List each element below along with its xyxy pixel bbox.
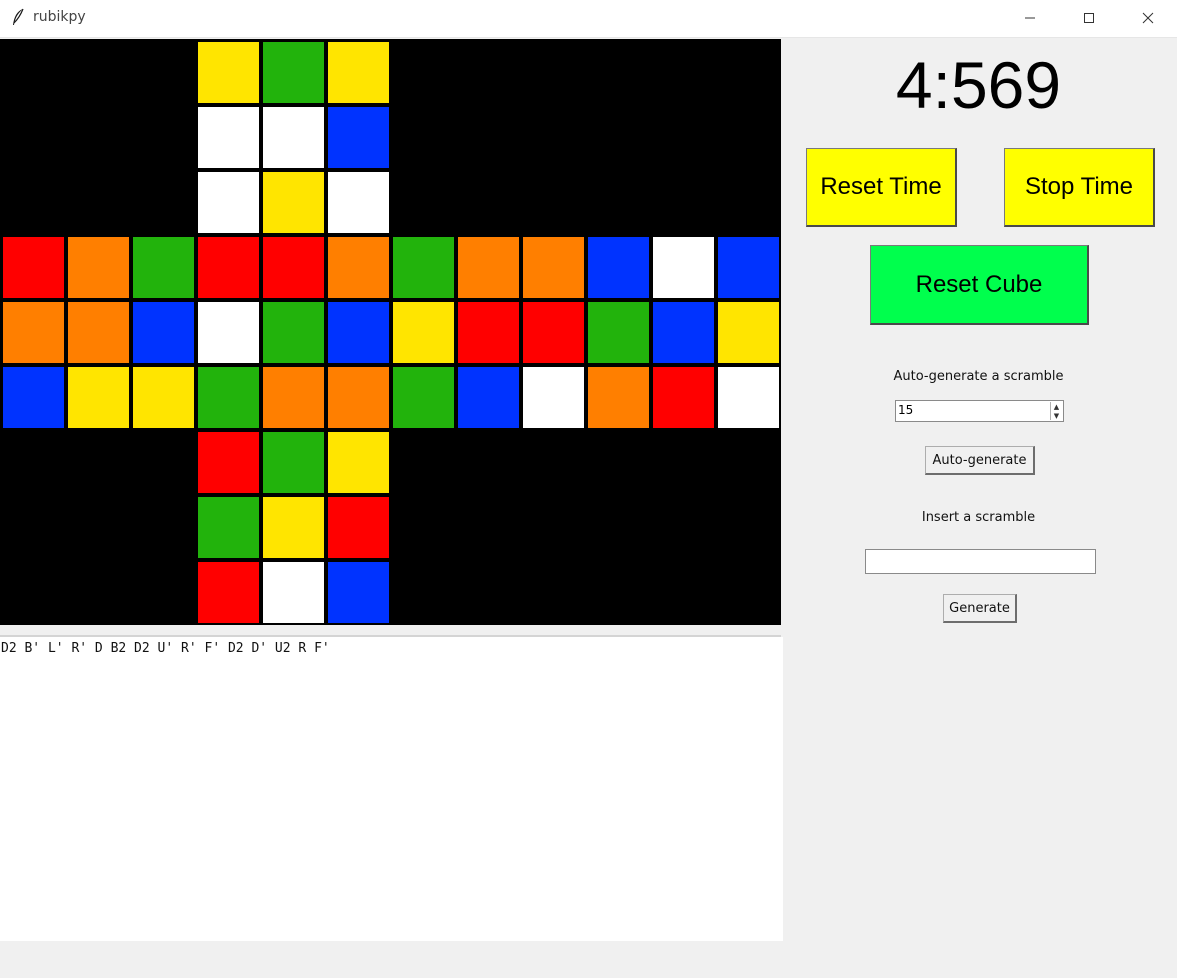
- sticker-back-2-2: [718, 367, 779, 428]
- minimize-icon: [1025, 17, 1035, 19]
- scramble-length-spinbox[interactable]: 15 ▲ ▼: [895, 400, 1064, 422]
- reset-time-button[interactable]: Reset Time: [806, 148, 957, 227]
- generate-button[interactable]: Generate: [943, 594, 1017, 623]
- sticker-up-0-0: [198, 42, 259, 103]
- sticker-front-2-2: [328, 367, 389, 428]
- maximize-icon: [1084, 13, 1094, 23]
- spin-up-icon[interactable]: ▲: [1051, 402, 1062, 411]
- reset-cube-button[interactable]: Reset Cube: [870, 245, 1089, 325]
- sticker-down-1-1: [263, 497, 324, 558]
- sticker-down-1-2: [328, 497, 389, 558]
- sticker-left-2-2: [133, 367, 194, 428]
- sticker-front-1-1: [263, 302, 324, 363]
- sticker-up-0-2: [328, 42, 389, 103]
- sticker-right-2-2: [523, 367, 584, 428]
- scramble-text: D2 B' L' R' D B2 D2 U' R' F' D2 D' U2 R …: [1, 641, 330, 656]
- sticker-down-2-0: [198, 562, 259, 623]
- sticker-right-0-2: [523, 237, 584, 298]
- sticker-right-0-0: [393, 237, 454, 298]
- spin-arrows: ▲ ▼: [1050, 402, 1062, 420]
- scramble-length-value: 15: [898, 403, 914, 417]
- insert-scramble-label: Insert a scramble: [921, 510, 1036, 525]
- scramble-input[interactable]: [865, 549, 1096, 574]
- sticker-back-1-2: [718, 302, 779, 363]
- close-button[interactable]: [1119, 0, 1177, 36]
- sticker-right-1-2: [523, 302, 584, 363]
- timer-display: 4:569: [895, 48, 1062, 122]
- sticker-front-2-0: [198, 367, 259, 428]
- sticker-right-1-0: [393, 302, 454, 363]
- sticker-up-2-1: [263, 172, 324, 233]
- sticker-left-1-0: [3, 302, 64, 363]
- sticker-left-1-2: [133, 302, 194, 363]
- sticker-right-0-1: [458, 237, 519, 298]
- sticker-right-2-0: [393, 367, 454, 428]
- sticker-up-2-0: [198, 172, 259, 233]
- sticker-down-2-2: [328, 562, 389, 623]
- title-bar: rubikpy: [0, 0, 1177, 38]
- sticker-back-0-0: [588, 237, 649, 298]
- auto-generate-button[interactable]: Auto-generate: [925, 446, 1035, 475]
- sticker-left-1-1: [68, 302, 129, 363]
- sticker-up-1-2: [328, 107, 389, 168]
- cube-net-canvas: [0, 39, 781, 625]
- sticker-right-1-1: [458, 302, 519, 363]
- sticker-left-0-0: [3, 237, 64, 298]
- spin-down-icon[interactable]: ▼: [1051, 411, 1062, 420]
- sticker-left-2-1: [68, 367, 129, 428]
- minimize-button[interactable]: [1001, 0, 1059, 36]
- feather-icon: [13, 8, 24, 25]
- sticker-back-0-2: [718, 237, 779, 298]
- sticker-front-1-0: [198, 302, 259, 363]
- sticker-back-2-0: [588, 367, 649, 428]
- sticker-down-0-1: [263, 432, 324, 493]
- sticker-front-0-2: [328, 237, 389, 298]
- stop-time-button[interactable]: Stop Time: [1004, 148, 1155, 227]
- sticker-down-0-0: [198, 432, 259, 493]
- sticker-down-2-1: [263, 562, 324, 623]
- sticker-up-2-2: [328, 172, 389, 233]
- sticker-right-2-1: [458, 367, 519, 428]
- sticker-back-2-1: [653, 367, 714, 428]
- sticker-back-1-0: [588, 302, 649, 363]
- sticker-up-1-1: [263, 107, 324, 168]
- maximize-button[interactable]: [1060, 0, 1118, 36]
- sticker-down-1-0: [198, 497, 259, 558]
- close-icon: [1142, 12, 1154, 24]
- sticker-front-0-0: [198, 237, 259, 298]
- sticker-left-0-2: [133, 237, 194, 298]
- sticker-front-0-1: [263, 237, 324, 298]
- sticker-down-0-2: [328, 432, 389, 493]
- sticker-up-0-1: [263, 42, 324, 103]
- sticker-front-2-1: [263, 367, 324, 428]
- sticker-left-0-1: [68, 237, 129, 298]
- sticker-left-2-0: [3, 367, 64, 428]
- window-title: rubikpy: [33, 9, 86, 25]
- sticker-back-1-1: [653, 302, 714, 363]
- sticker-up-1-0: [198, 107, 259, 168]
- sticker-back-0-1: [653, 237, 714, 298]
- scramble-output-area[interactable]: D2 B' L' R' D B2 D2 U' R' F' D2 D' U2 R …: [0, 637, 783, 941]
- sticker-front-1-2: [328, 302, 389, 363]
- auto-generate-label: Auto-generate a scramble: [893, 369, 1064, 384]
